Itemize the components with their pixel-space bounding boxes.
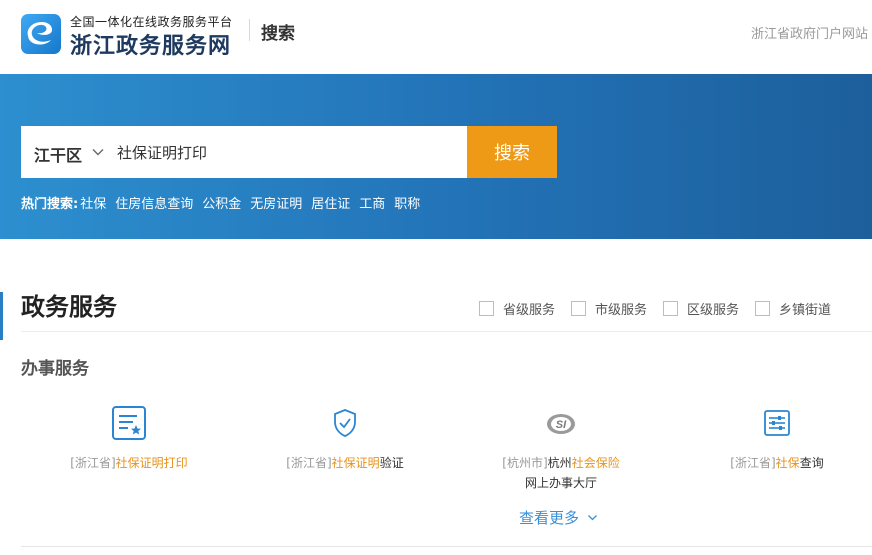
hot-searches: 热门搜索: 社保 住房信息查询 公积金 无房证明 居住证 工商 职称 <box>21 193 429 212</box>
filter-township[interactable]: 乡镇街道 <box>755 299 831 318</box>
service-region: [杭州市] <box>502 456 548 470</box>
service-item-label: [浙江省]社保证明验证 <box>245 453 445 473</box>
search-bar: 江干区 <box>21 126 467 178</box>
service-highlight: 社保证明打印 <box>115 456 188 470</box>
filter-label: 省级服务 <box>503 303 556 318</box>
service-item[interactable]: [浙江省]社保查询 <box>677 405 872 473</box>
service-region: [浙江省] <box>286 456 332 470</box>
service-item[interactable]: [浙江省]社保证明打印 <box>29 405 229 473</box>
service-suffix: 验证 <box>379 456 404 470</box>
filter-district[interactable]: 区级服务 <box>663 299 739 318</box>
list-settings-icon <box>759 405 795 441</box>
site-logo-icon[interactable] <box>21 14 61 54</box>
search-banner: 江干区 搜索 热门搜索: 社保 住房信息查询 公积金 无房证明 居住证 工商 职… <box>0 74 872 239</box>
header-divider <box>249 19 250 41</box>
filter-provincial[interactable]: 省级服务 <box>479 299 555 318</box>
subsection-title: 办事服务 <box>21 359 89 379</box>
chevron-down-icon[interactable] <box>91 144 105 163</box>
bottom-divider <box>21 546 872 547</box>
site-header: 全国一体化在线政务服务平台 浙江政务服务网 搜索 浙江省政府门户网站 <box>0 0 872 74</box>
social-insurance-logo-icon: SI <box>543 405 579 441</box>
hot-search-link[interactable]: 工商 <box>359 193 385 212</box>
hot-search-link[interactable]: 职称 <box>394 193 420 212</box>
service-highlight: 社会保险 <box>571 456 620 470</box>
hot-search-link[interactable]: 公积金 <box>202 193 241 212</box>
section-title: 政务服务 <box>21 293 117 321</box>
document-star-icon <box>111 405 147 441</box>
hot-search-link[interactable]: 居住证 <box>311 193 350 212</box>
service-line2: 网上办事大厅 <box>524 476 597 490</box>
checkbox[interactable] <box>479 301 494 316</box>
filter-city[interactable]: 市级服务 <box>571 299 647 318</box>
svg-text:SI: SI <box>556 419 567 431</box>
section-accent-bar <box>0 292 3 340</box>
service-region: [浙江省] <box>730 456 776 470</box>
service-item-label: [浙江省]社保查询 <box>677 453 872 473</box>
portal-link[interactable]: 浙江省政府门户网站 <box>751 23 868 42</box>
search-button[interactable]: 搜索 <box>467 126 557 178</box>
chevron-down-icon <box>588 515 597 521</box>
hot-search-link[interactable]: 无房证明 <box>250 193 302 212</box>
service-plain: 杭州 <box>547 456 572 470</box>
service-item-label: [杭州市]杭州社会保险 网上办事大厅 <box>461 453 661 493</box>
service-region: [浙江省] <box>70 456 116 470</box>
view-more-label: 查看更多 <box>519 509 580 527</box>
section-divider <box>21 331 872 332</box>
page-label: 搜索 <box>261 24 295 44</box>
checkbox[interactable] <box>755 301 771 316</box>
search-input[interactable] <box>117 126 457 178</box>
level-filters: 省级服务 市级服务 区级服务 乡镇街道 <box>479 299 847 318</box>
hot-search-link[interactable]: 住房信息查询 <box>115 193 193 212</box>
region-selector-label[interactable]: 江干区 <box>34 142 82 166</box>
view-more-link[interactable]: 查看更多 <box>519 507 598 528</box>
filter-label: 区级服务 <box>687 303 740 318</box>
filter-label: 市级服务 <box>595 303 648 318</box>
filter-label: 乡镇街道 <box>779 303 832 318</box>
site-title[interactable]: 浙江政务服务网 <box>70 28 231 60</box>
service-highlight: 社保 <box>775 456 800 470</box>
service-highlight: 社保证明 <box>331 456 380 470</box>
hot-search-link[interactable]: 社保 <box>80 193 106 212</box>
service-item-label: [浙江省]社保证明打印 <box>29 453 229 473</box>
service-item[interactable]: [浙江省]社保证明验证 <box>245 405 445 473</box>
checkbox[interactable] <box>663 301 679 316</box>
service-suffix: 查询 <box>799 456 824 470</box>
hot-searches-label: 热门搜索: <box>21 197 79 212</box>
service-item[interactable]: SI [杭州市]杭州社会保险 网上办事大厅 <box>461 405 661 493</box>
checkbox[interactable] <box>571 301 587 316</box>
shield-check-icon <box>327 405 363 441</box>
